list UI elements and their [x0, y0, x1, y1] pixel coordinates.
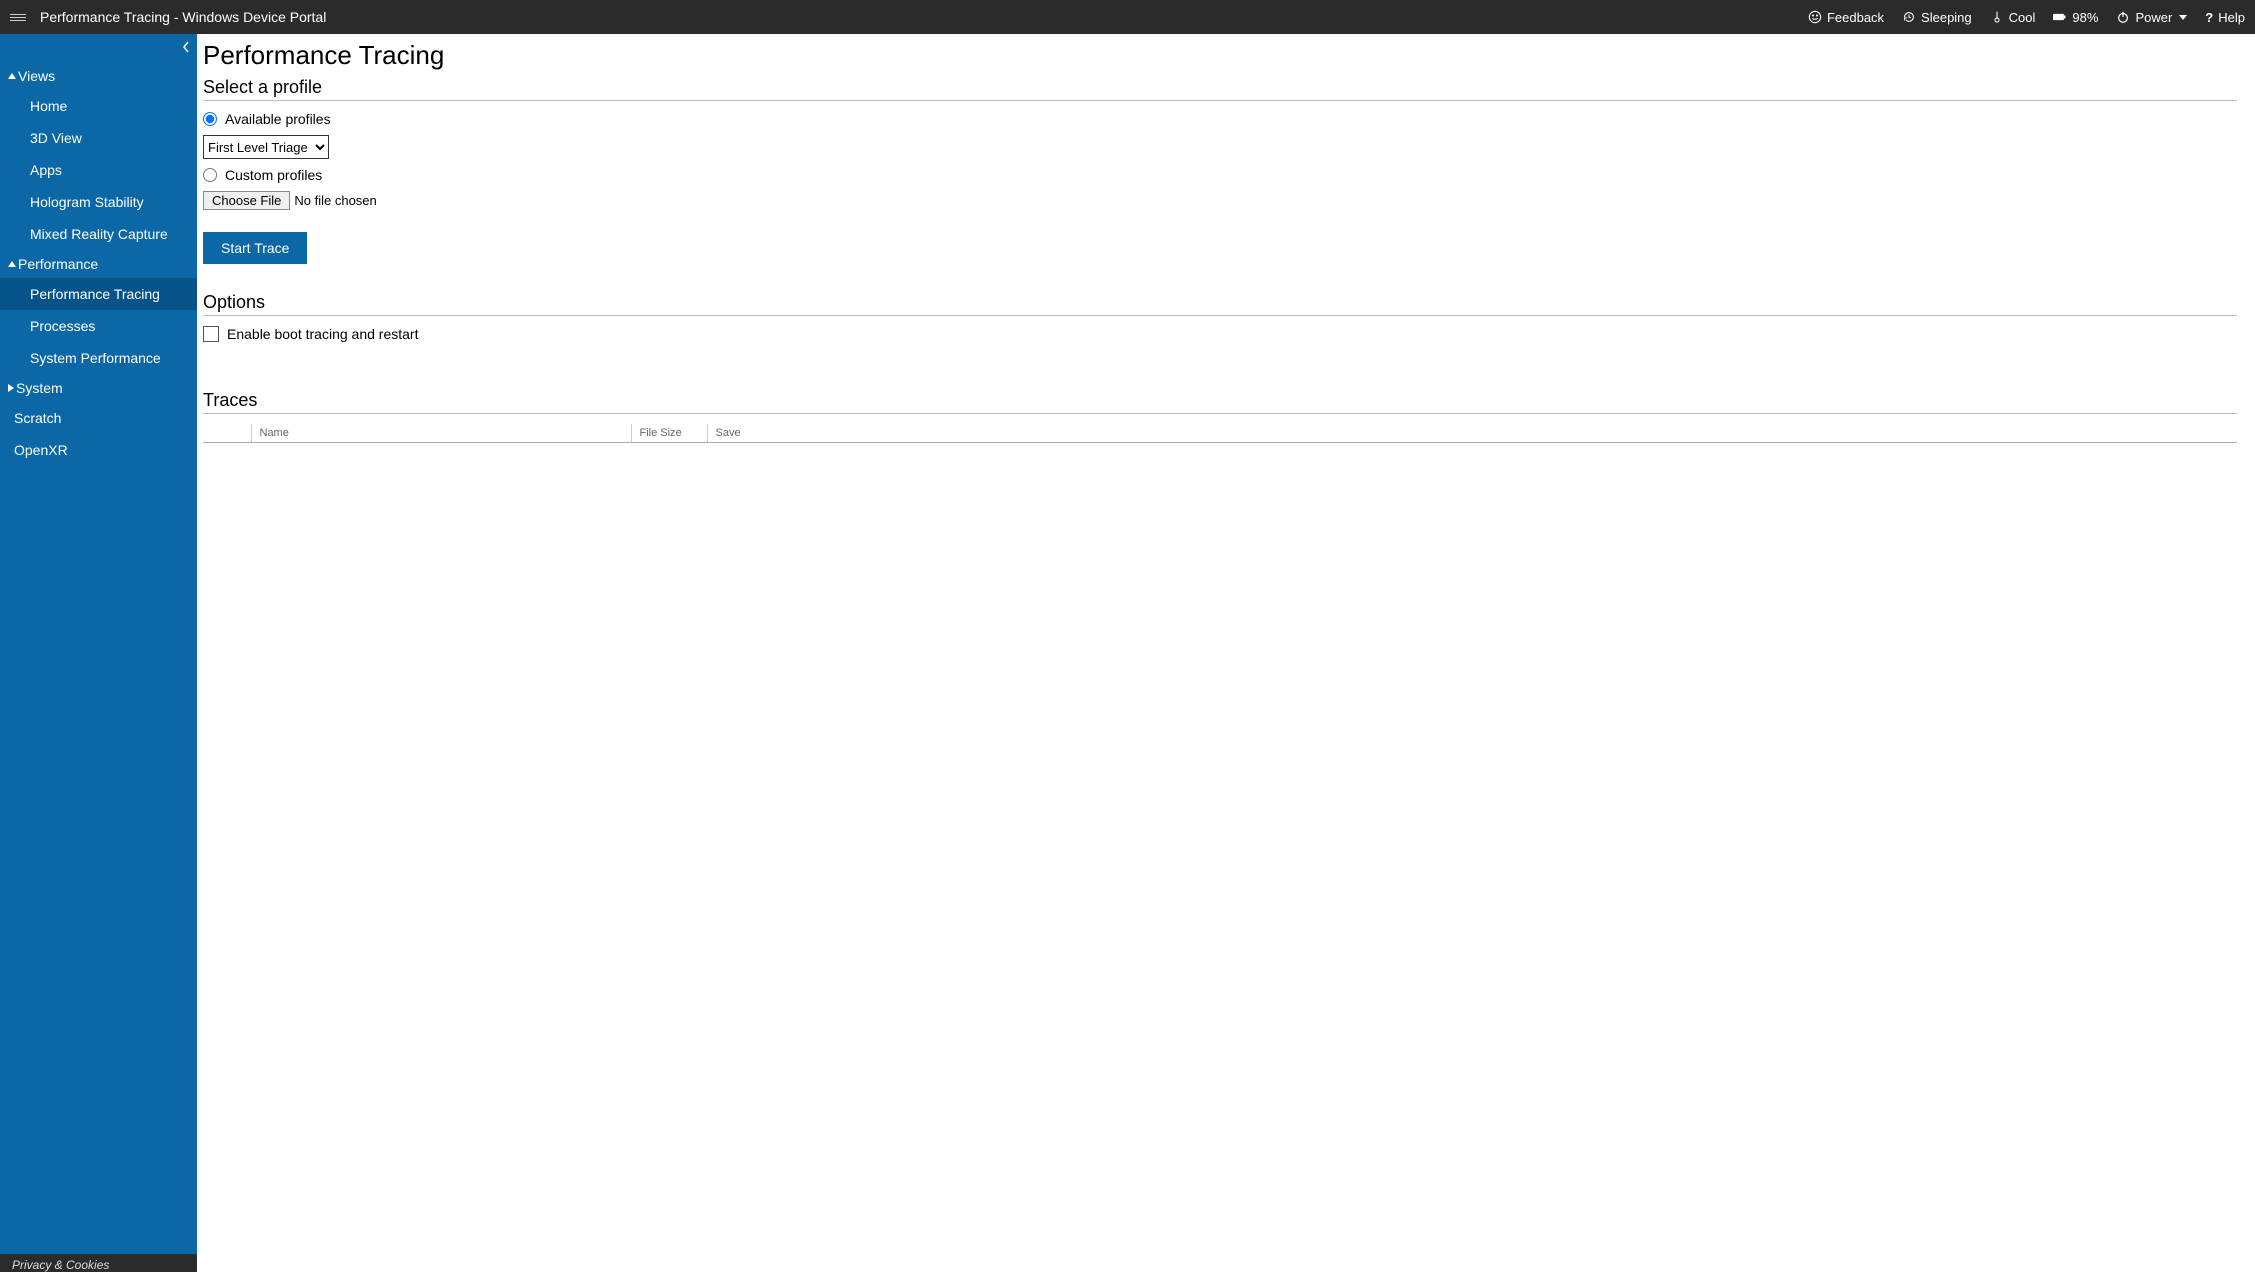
nav-item-openxr[interactable]: OpenXR: [0, 434, 197, 466]
table-col-name[interactable]: Name: [251, 424, 631, 443]
app-title: Performance Tracing - Windows Device Por…: [40, 9, 326, 25]
traces-table: Name File Size Save: [203, 424, 2237, 443]
app-header: Performance Tracing - Windows Device Por…: [0, 0, 2255, 34]
caret-right-icon: [8, 384, 14, 392]
privacy-cookies-link[interactable]: Privacy & Cookies: [0, 1254, 197, 1272]
nav-item-system-performance[interactable]: System Performance: [0, 342, 197, 374]
nav-group-performance[interactable]: Performance: [0, 250, 197, 278]
thermometer-icon: [1990, 10, 2004, 24]
section-traces: Traces: [203, 390, 2237, 414]
choose-file-button[interactable]: Choose File: [203, 191, 290, 210]
sidebar-collapse-button[interactable]: [181, 40, 191, 57]
sidebar: Views Home 3D View Apps Hologram Stabili…: [0, 34, 197, 1272]
nav-item-mixed-reality-capture[interactable]: Mixed Reality Capture: [0, 218, 197, 250]
battery-status[interactable]: 98%: [2053, 10, 2098, 25]
temperature-label: Cool: [2009, 10, 2036, 25]
section-options: Options: [203, 292, 2237, 316]
feedback-button[interactable]: Feedback: [1808, 10, 1884, 25]
radio-custom-profiles[interactable]: [203, 168, 217, 182]
nav-group-label: System: [16, 380, 63, 396]
caret-up-icon: [8, 73, 16, 79]
nav-group-label: Views: [18, 68, 55, 84]
section-select-profile: Select a profile: [203, 77, 2237, 101]
nav-group-views[interactable]: Views: [0, 62, 197, 90]
history-icon: [1902, 10, 1916, 24]
sleeping-label: Sleeping: [1921, 10, 1972, 25]
main-content: Performance Tracing Select a profile Ava…: [197, 34, 2255, 1272]
table-col-blank[interactable]: [203, 424, 251, 443]
question-icon: ?: [2205, 10, 2213, 25]
table-col-filesize[interactable]: File Size: [631, 424, 707, 443]
power-label: Power: [2135, 10, 2172, 25]
power-icon: [2116, 10, 2130, 24]
nav-item-apps[interactable]: Apps: [0, 154, 197, 186]
checkbox-enable-boot-tracing[interactable]: [203, 326, 219, 342]
sleeping-status[interactable]: Sleeping: [1902, 10, 1972, 25]
page-title: Performance Tracing: [203, 40, 2237, 71]
nav-group-system[interactable]: System: [0, 374, 197, 402]
help-label: Help: [2218, 10, 2245, 25]
help-button[interactable]: ? Help: [2205, 10, 2245, 25]
battery-icon: [2053, 10, 2067, 24]
file-chosen-status: No file chosen: [294, 193, 376, 208]
label-custom-profiles: Custom profiles: [225, 167, 322, 183]
table-col-save[interactable]: Save: [707, 424, 2237, 443]
radio-available-profiles[interactable]: [203, 112, 217, 126]
smiley-icon: [1808, 10, 1822, 24]
menu-icon[interactable]: [10, 9, 26, 25]
nav-group-label: Performance: [18, 256, 98, 272]
caret-up-icon: [8, 261, 16, 267]
nav-item-3d-view[interactable]: 3D View: [0, 122, 197, 154]
nav-item-processes[interactable]: Processes: [0, 310, 197, 342]
battery-label: 98%: [2072, 10, 2098, 25]
label-enable-boot-tracing: Enable boot tracing and restart: [227, 326, 418, 342]
nav-item-scratch[interactable]: Scratch: [0, 402, 197, 434]
nav-item-home[interactable]: Home: [0, 90, 197, 122]
nav: Views Home 3D View Apps Hologram Stabili…: [0, 34, 197, 1254]
chevron-left-icon: [181, 40, 191, 54]
profile-select[interactable]: First Level Triage: [203, 135, 329, 159]
nav-item-hologram-stability[interactable]: Hologram Stability: [0, 186, 197, 218]
feedback-label: Feedback: [1827, 10, 1884, 25]
start-trace-button[interactable]: Start Trace: [203, 232, 307, 264]
nav-item-performance-tracing[interactable]: Performance Tracing: [0, 278, 197, 310]
power-menu[interactable]: Power: [2116, 10, 2187, 25]
label-available-profiles: Available profiles: [225, 111, 331, 127]
temperature-status[interactable]: Cool: [1990, 10, 2036, 25]
chevron-down-icon: [2179, 15, 2187, 20]
